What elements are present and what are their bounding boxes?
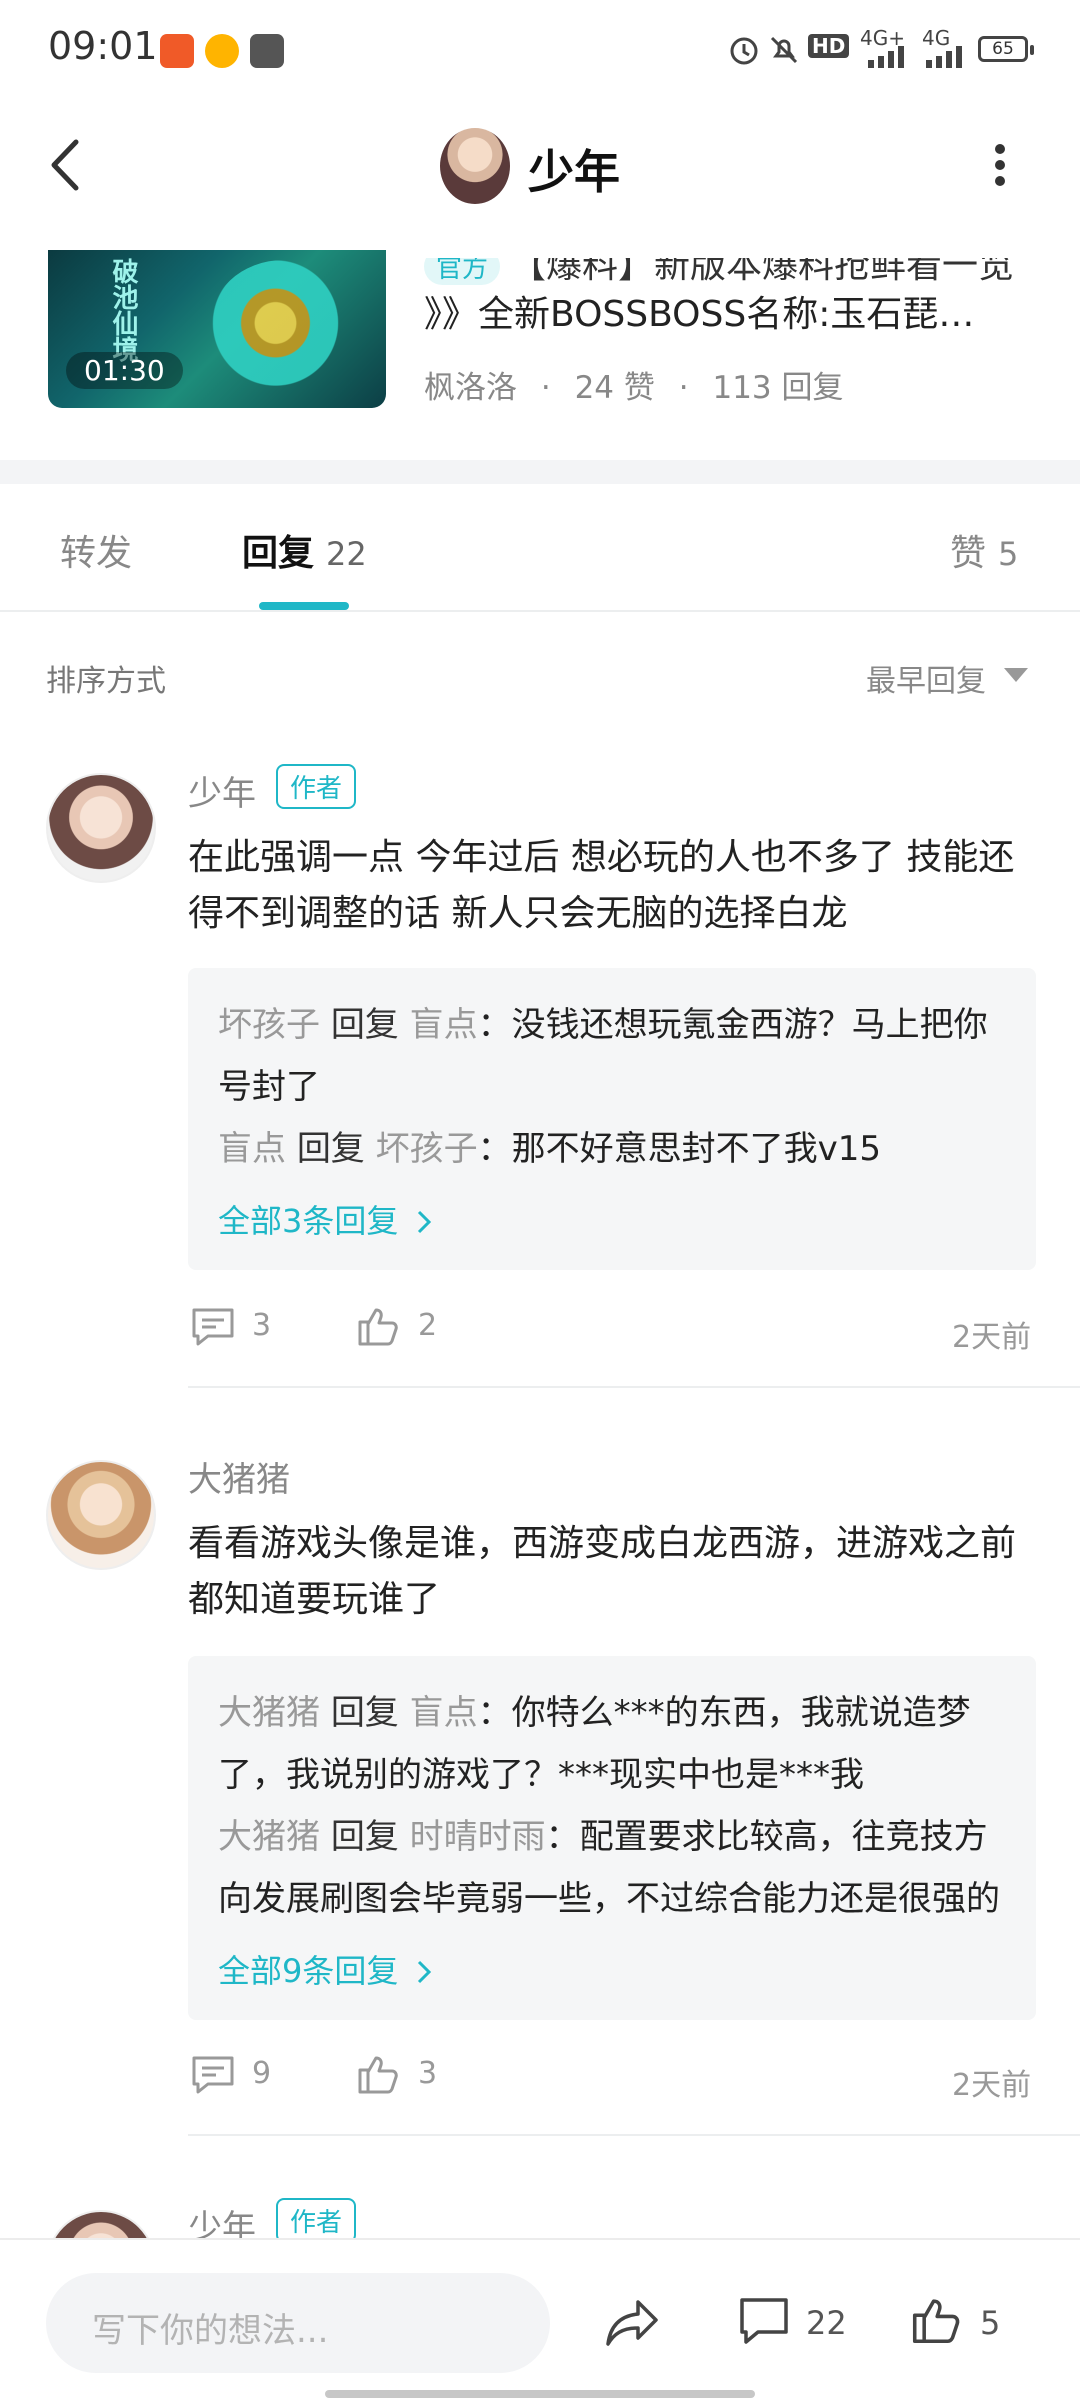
battery-indicator: 65 xyxy=(978,36,1034,62)
comment-avatar[interactable] xyxy=(46,773,156,883)
comment-like-button[interactable]: 3 xyxy=(356,2052,437,2100)
post-top-line[interactable]: 官方 【爆料】新版本爆料抢鲜看一览 xyxy=(424,245,1024,288)
header-avatar[interactable] xyxy=(440,128,510,204)
post-top-text: 【爆料】新版本爆料抢鲜看一览 xyxy=(510,245,1015,286)
reply-from[interactable]: 大猪猪 xyxy=(218,1817,320,1857)
tab-forward[interactable]: 转发 xyxy=(60,524,132,576)
tab-like-count: 5 xyxy=(998,535,1019,573)
comment-bubble-icon xyxy=(192,1308,234,1346)
section-divider xyxy=(0,460,1080,484)
chevron-right-icon xyxy=(417,1960,431,1984)
comment-count: 9 xyxy=(252,2056,272,2091)
telegram-icon xyxy=(250,34,284,68)
author-badge: 作者 xyxy=(276,764,357,809)
share-button[interactable] xyxy=(604,2296,660,2352)
more-options-button[interactable] xyxy=(980,130,1020,200)
all-replies-link[interactable]: 全部9条回复 xyxy=(218,1946,433,1992)
comment-time: 2天前 xyxy=(952,1320,1032,1355)
app-notification-icon xyxy=(160,34,194,68)
reply-from[interactable]: 大猪猪 xyxy=(218,1693,320,1733)
reply-to[interactable]: 盲点 xyxy=(410,1693,478,1733)
video-duration: 01:30 xyxy=(66,352,183,389)
like-count: 2 xyxy=(418,1308,438,1343)
caret-down-icon[interactable] xyxy=(1004,668,1028,682)
reply-to[interactable]: 时晴时雨 xyxy=(410,1817,546,1857)
comment-time: 2天前 xyxy=(952,2068,1032,2103)
tab-like-label: 赞 xyxy=(950,533,987,574)
comment-text: 在此强调一点 今年过后 想必玩的人也不多了 技能还得不到调整的话 新人只会无脑的… xyxy=(188,837,1015,934)
page-title: 少年 xyxy=(528,145,620,199)
bottom-comment-count: 22 xyxy=(806,2304,847,2342)
signal-bars-icon xyxy=(868,46,904,68)
hd-label: HD xyxy=(808,34,850,58)
reply-box[interactable]: 坏孩子 回复 盲点：没钱还想玩氪金西游？马上把你号封了 盲点 回复 坏孩子：那不… xyxy=(188,968,1036,1270)
share-arrow-icon xyxy=(606,2300,658,2346)
all-replies-link[interactable]: 全部3条回复 xyxy=(218,1196,433,1242)
tab-reply-label: 回复 xyxy=(242,533,315,574)
comment-count: 3 xyxy=(252,1308,272,1343)
bottom-like-count: 5 xyxy=(980,2304,1001,2342)
tab-reply-count: 22 xyxy=(326,535,367,573)
chevron-right-icon xyxy=(417,1210,431,1234)
reply-item[interactable]: 大猪猪 回复 盲点：你特么***的东西，我就说造梦了，我说别的游戏了？***现实… xyxy=(218,1682,1008,1806)
reply-box[interactable]: 大猪猪 回复 盲点：你特么***的东西，我就说造梦了，我说别的游戏了？***现实… xyxy=(188,1656,1036,2020)
tabs-divider xyxy=(0,610,1080,612)
dragon-artwork xyxy=(208,260,358,400)
post-replies: 113 回复 xyxy=(712,370,844,406)
sort-dropdown[interactable]: 最早回复 xyxy=(866,656,986,700)
sort-label: 排序方式 xyxy=(46,664,166,699)
back-button[interactable] xyxy=(40,130,100,200)
tab-indicator xyxy=(259,602,349,610)
reply-to[interactable]: 盲点 xyxy=(410,1005,478,1045)
comment-divider xyxy=(188,1386,1080,1388)
comment-author[interactable]: 大猪猪 xyxy=(188,1452,290,1501)
comment-reply-button[interactable]: 3 xyxy=(190,1306,271,1352)
reply-from[interactable]: 坏孩子 xyxy=(218,1005,320,1045)
tab-like[interactable]: 赞5 xyxy=(950,524,1018,576)
thumbs-up-icon xyxy=(358,1308,398,1346)
home-indicator[interactable] xyxy=(325,2390,755,2398)
reply-item[interactable]: 坏孩子 回复 盲点：没钱还想玩氪金西游？马上把你号封了 xyxy=(218,994,1008,1118)
reply-to[interactable]: 坏孩子 xyxy=(376,1129,478,1169)
tab-reply[interactable]: 回复 22 xyxy=(242,524,367,576)
comment-text: 看看游戏头像是谁，西游变成白龙西游，进游戏之前都知道要玩谁了 xyxy=(188,1523,1017,1620)
signal-bars-icon xyxy=(926,46,962,68)
post-author: 枫洛洛 xyxy=(424,370,517,406)
mascot-notification-icon xyxy=(205,34,239,68)
author-badge: 作者 xyxy=(276,2198,357,2243)
comment-reply-button[interactable]: 9 xyxy=(190,2054,271,2100)
reply-item[interactable]: 盲点 回复 坏孩子：那不好意思封不了我v15 xyxy=(218,1118,1008,1180)
reply-from[interactable]: 盲点 xyxy=(218,1129,286,1169)
bottom-like-button[interactable]: 5 xyxy=(910,2294,1000,2350)
comment-bubble-icon xyxy=(192,2056,234,2094)
mute-bell-icon xyxy=(770,36,798,64)
bottom-comment-button[interactable]: 22 xyxy=(738,2296,847,2350)
post-title[interactable]: 》》全新BOSSBOSS名称:玉石琵… xyxy=(424,285,974,337)
post-likes: 24 赞 xyxy=(574,370,655,406)
comment-bubble-icon xyxy=(740,2298,788,2344)
chevron-left-icon xyxy=(51,139,79,191)
post-meta: 枫洛洛 · 24 赞 · 113 回复 xyxy=(424,370,844,406)
alarm-icon xyxy=(730,37,758,65)
status-bar: 09:01 HD 4G+ 4G 65 xyxy=(0,0,1080,100)
comment-author[interactable]: 少年 xyxy=(188,766,256,815)
comment-avatar[interactable] xyxy=(46,1460,156,1570)
thumbs-up-icon xyxy=(358,2056,398,2094)
reply-item[interactable]: 大猪猪 回复 时晴时雨：配置要求比较高，往竞技方向发展刷图会毕竟弱一些，不过综合… xyxy=(218,1806,1008,1930)
thumbs-up-icon xyxy=(912,2299,960,2344)
like-count: 3 xyxy=(418,2056,438,2091)
comment-input-placeholder[interactable]: 写下你的想法... xyxy=(92,2303,328,2352)
comment-like-button[interactable]: 2 xyxy=(356,1304,437,1352)
vertical-dots-icon xyxy=(995,144,1005,186)
comment-divider xyxy=(188,2134,1080,2136)
status-time: 09:01 xyxy=(48,24,158,68)
